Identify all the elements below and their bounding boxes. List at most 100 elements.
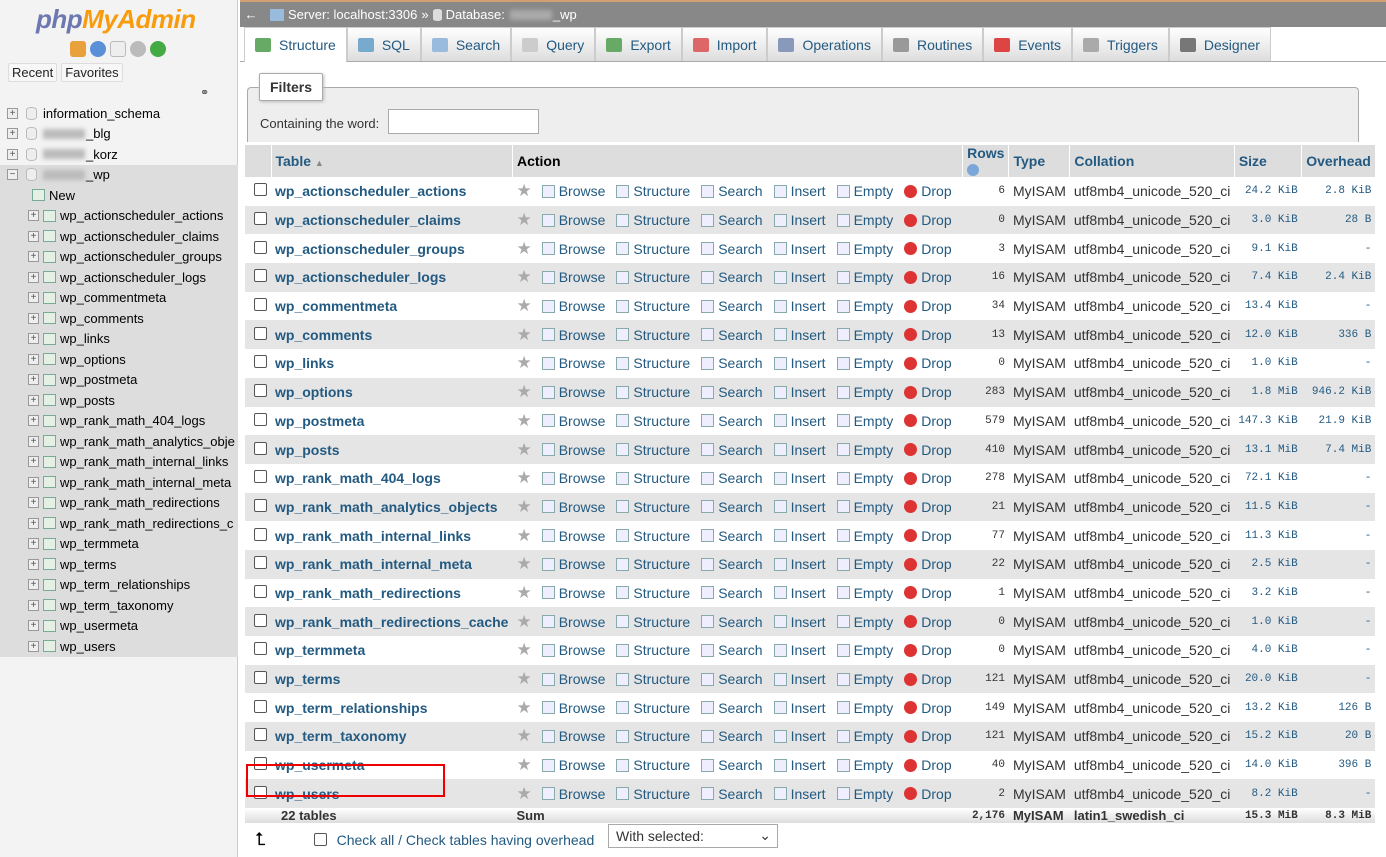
tree-table-item[interactable]: + wp_rank_math_internal_meta	[0, 472, 238, 493]
tab-sql[interactable]: SQL	[346, 27, 421, 61]
row-checkbox[interactable]	[254, 556, 267, 570]
row-checkbox[interactable]	[254, 183, 267, 197]
browse-action-link[interactable]: Browse	[559, 355, 606, 371]
table-name-link[interactable]: wp_options	[275, 384, 353, 400]
tree-table-item[interactable]: + wp_actionscheduler_actions	[0, 205, 238, 226]
insert-action-link[interactable]: Insert	[791, 327, 826, 343]
structure-action-link[interactable]: Structure	[633, 614, 690, 630]
browse-action-link[interactable]: Browse	[559, 413, 606, 429]
search-action-link[interactable]: Search	[718, 728, 762, 744]
row-checkbox[interactable]	[254, 613, 267, 627]
expand-icon[interactable]: +	[28, 251, 39, 263]
recent-tab[interactable]: Recent	[8, 63, 58, 82]
drop-action-link[interactable]: Drop	[921, 614, 951, 630]
structure-action-link[interactable]: Structure	[633, 298, 690, 314]
favorite-star-icon[interactable]: ★	[516, 669, 531, 689]
insert-action-link[interactable]: Insert	[791, 614, 826, 630]
drop-action-link[interactable]: Drop	[921, 728, 951, 744]
insert-action-link[interactable]: Insert	[791, 757, 826, 773]
tree-table-item[interactable]: + wp_actionscheduler_claims	[0, 226, 238, 247]
empty-action-link[interactable]: Empty	[854, 355, 894, 371]
drop-action-link[interactable]: Drop	[921, 585, 951, 601]
tree-table-item[interactable]: + wp_rank_math_redirections_c	[0, 513, 238, 534]
drop-action-link[interactable]: Drop	[921, 528, 951, 544]
row-checkbox[interactable]	[254, 326, 267, 340]
size-link[interactable]: 72.1 KiB	[1234, 464, 1301, 493]
structure-action-link[interactable]: Structure	[633, 212, 690, 228]
tree-table-item[interactable]: + wp_rank_math_analytics_obje	[0, 431, 238, 452]
drop-action-link[interactable]: Drop	[921, 642, 951, 658]
expand-icon[interactable]: +	[28, 312, 39, 324]
browse-action-link[interactable]: Browse	[559, 442, 606, 458]
favorite-star-icon[interactable]: ★	[516, 497, 531, 517]
back-arrow-icon[interactable]: ←	[240, 7, 262, 22]
home-icon[interactable]	[70, 41, 86, 57]
tree-table-item[interactable]: + wp_rank_math_internal_links	[0, 451, 238, 472]
empty-action-link[interactable]: Empty	[854, 786, 894, 802]
favorite-star-icon[interactable]: ★	[516, 411, 531, 431]
favorite-star-icon[interactable]: ★	[516, 755, 531, 775]
empty-action-link[interactable]: Empty	[854, 499, 894, 515]
table-name-link[interactable]: wp_comments	[275, 327, 372, 343]
expand-icon[interactable]: +	[28, 476, 39, 488]
tree-new-table[interactable]: New	[0, 185, 238, 206]
tree-table-item[interactable]: + wp_terms	[0, 554, 238, 575]
tree-table-item[interactable]: + wp_actionscheduler_groups	[0, 246, 238, 267]
size-link[interactable]: 13.4 KiB	[1234, 292, 1301, 321]
table-name-link[interactable]: wp_postmeta	[275, 413, 364, 429]
favorite-star-icon[interactable]: ★	[516, 726, 531, 746]
search-action-link[interactable]: Search	[718, 470, 762, 486]
tab-query[interactable]: Query	[511, 27, 596, 61]
structure-action-link[interactable]: Structure	[633, 671, 690, 687]
insert-action-link[interactable]: Insert	[791, 642, 826, 658]
favorite-star-icon[interactable]: ★	[516, 612, 531, 632]
structure-action-link[interactable]: Structure	[633, 528, 690, 544]
row-checkbox[interactable]	[254, 412, 267, 426]
empty-action-link[interactable]: Empty	[854, 384, 894, 400]
structure-action-link[interactable]: Structure	[633, 355, 690, 371]
drop-action-link[interactable]: Drop	[921, 700, 951, 716]
insert-action-link[interactable]: Insert	[791, 671, 826, 687]
structure-action-link[interactable]: Structure	[633, 728, 690, 744]
check-all-link[interactable]: Check all	[337, 832, 395, 848]
size-link[interactable]: 24.2 KiB	[1234, 177, 1301, 206]
insert-action-link[interactable]: Insert	[791, 241, 826, 257]
expand-icon[interactable]: +	[28, 374, 39, 386]
favorite-star-icon[interactable]: ★	[516, 296, 531, 316]
size-link[interactable]: 3.2 KiB	[1234, 579, 1301, 608]
empty-action-link[interactable]: Empty	[854, 183, 894, 199]
drop-action-link[interactable]: Drop	[921, 442, 951, 458]
favorite-star-icon[interactable]: ★	[516, 698, 531, 718]
structure-action-link[interactable]: Structure	[633, 442, 690, 458]
expand-icon[interactable]: +	[7, 148, 18, 160]
size-link[interactable]: 14.0 KiB	[1234, 751, 1301, 780]
empty-action-link[interactable]: Empty	[854, 556, 894, 572]
help-icon[interactable]	[967, 164, 980, 177]
browse-action-link[interactable]: Browse	[559, 786, 606, 802]
browse-action-link[interactable]: Browse	[559, 642, 606, 658]
tree-table-item[interactable]: + wp_users	[0, 636, 238, 657]
drop-action-link[interactable]: Drop	[921, 786, 951, 802]
search-action-link[interactable]: Search	[718, 671, 762, 687]
tab-designer[interactable]: Designer	[1168, 27, 1271, 61]
structure-action-link[interactable]: Structure	[633, 700, 690, 716]
row-checkbox[interactable]	[254, 699, 267, 713]
search-action-link[interactable]: Search	[718, 642, 762, 658]
insert-action-link[interactable]: Insert	[791, 269, 826, 285]
row-checkbox[interactable]	[254, 441, 267, 455]
expand-icon[interactable]: +	[28, 435, 39, 447]
table-name-link[interactable]: wp_rank_math_internal_meta	[275, 556, 472, 572]
rows-column-header[interactable]: Rows	[962, 145, 1010, 177]
expand-icon[interactable]: +	[28, 353, 39, 365]
empty-action-link[interactable]: Empty	[854, 241, 894, 257]
tab-events[interactable]: Events	[983, 27, 1073, 61]
structure-action-link[interactable]: Structure	[633, 585, 690, 601]
collation-column-header[interactable]: Collation	[1069, 145, 1235, 177]
expand-icon[interactable]: +	[28, 538, 39, 550]
table-name-link[interactable]: wp_rank_math_404_logs	[275, 470, 441, 486]
tree-table-item[interactable]: + wp_actionscheduler_logs	[0, 267, 238, 288]
size-link[interactable]: 8.2 KiB	[1234, 779, 1302, 809]
search-action-link[interactable]: Search	[718, 700, 762, 716]
favorite-star-icon[interactable]: ★	[516, 784, 531, 804]
table-name-link[interactable]: wp_term_taxonomy	[275, 728, 406, 744]
